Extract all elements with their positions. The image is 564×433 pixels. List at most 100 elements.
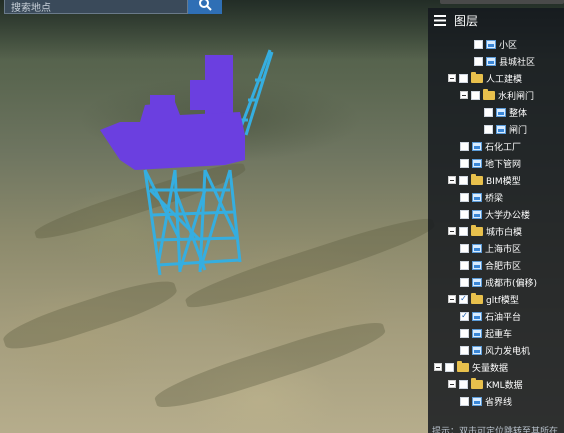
platform-legs: [143, 169, 242, 276]
layer-tree-label: 省界线: [485, 397, 513, 408]
layer-tree-item[interactable]: KML数据: [448, 376, 523, 392]
layer-icon: [472, 277, 482, 287]
layer-tree-item[interactable]: 地下管网: [460, 155, 521, 171]
collapse-toggle-icon[interactable]: [448, 227, 456, 235]
layer-checkbox[interactable]: [460, 328, 469, 338]
layer-tree-item[interactable]: 上海市区: [460, 240, 521, 256]
folder-icon: [471, 377, 483, 389]
layer-tree-label: 闸门: [509, 125, 528, 136]
layer-tree-item[interactable]: 起重车: [460, 325, 512, 341]
layer-icon: [472, 260, 482, 270]
layer-icon: [472, 345, 482, 355]
layer-tree-item[interactable]: 城市白模: [448, 223, 522, 239]
oil-platform-model[interactable]: [80, 40, 280, 290]
layer-checkbox[interactable]: [460, 158, 469, 168]
layers-icon[interactable]: [434, 14, 446, 26]
collapse-toggle-icon[interactable]: [460, 91, 468, 99]
layer-tree-label: 地下管网: [485, 159, 522, 170]
layer-tree-item[interactable]: 闸门: [484, 121, 527, 137]
hint-text: 提示：双击可定位跳转至其所在: [432, 427, 559, 433]
layer-icon: [486, 56, 496, 66]
layer-tree-item[interactable]: 风力发电机: [460, 342, 530, 358]
search-input[interactable]: 搜索地点: [4, 0, 188, 14]
layer-tree-label: 成都市(偏移): [485, 278, 538, 289]
layer-tree-item[interactable]: 合肥市区: [460, 257, 521, 273]
layer-tree-item[interactable]: 桥梁: [460, 189, 503, 205]
layer-tree-label: KML数据: [486, 380, 523, 391]
layer-tree-item[interactable]: ✓ gltf模型: [448, 291, 519, 307]
layer-tree-item[interactable]: ✓ 石油平台: [460, 308, 521, 324]
layer-tree-item[interactable]: 整体: [484, 104, 527, 120]
layer-checkbox[interactable]: [459, 73, 468, 83]
layer-icon: [472, 311, 482, 321]
layer-checkbox[interactable]: [459, 175, 468, 185]
layer-icon: [472, 141, 482, 151]
layer-tree-label: 整体: [509, 108, 528, 119]
layer-tree-label: 城市白模: [486, 227, 523, 238]
layer-checkbox[interactable]: [460, 345, 469, 355]
layer-tree-label: 人工建模: [486, 74, 523, 85]
collapse-toggle-icon[interactable]: [448, 380, 456, 388]
layer-checkbox[interactable]: [460, 192, 469, 202]
layer-tree-item[interactable]: 大学办公楼: [460, 206, 530, 222]
layer-panel-header: 图层: [428, 8, 564, 32]
layer-tree-item[interactable]: 矢量数据: [434, 359, 508, 375]
layer-icon: [472, 396, 482, 406]
layer-tree-label: gltf模型: [486, 295, 519, 306]
layer-tree-label: 上海市区: [485, 244, 522, 255]
layer-tree-item[interactable]: 成都市(偏移): [460, 274, 537, 290]
layer-checkbox[interactable]: [460, 277, 469, 287]
layer-panel-title: 图层: [454, 13, 479, 28]
layer-icon: [472, 243, 482, 253]
layer-checkbox[interactable]: [484, 107, 493, 117]
layer-checkbox[interactable]: ✓: [459, 294, 468, 304]
layer-tree-item[interactable]: BIM模型: [448, 172, 521, 188]
layer-checkbox[interactable]: [474, 56, 483, 66]
layer-tree-label: 桥梁: [485, 193, 504, 204]
layer-checkbox[interactable]: [459, 379, 468, 389]
layer-checkbox[interactable]: [471, 90, 480, 100]
layer-tree-item[interactable]: 人工建模: [448, 70, 522, 86]
layer-tree-label: 石化工厂: [485, 142, 522, 153]
layer-icon: [486, 39, 496, 49]
layer-icon: [496, 124, 506, 134]
layer-checkbox[interactable]: [460, 243, 469, 253]
layer-tree-item[interactable]: 小区: [474, 36, 517, 52]
layer-icon: [496, 107, 506, 117]
collapse-toggle-icon[interactable]: [448, 295, 456, 303]
collapse-toggle-icon[interactable]: [448, 176, 456, 184]
collapse-toggle-icon[interactable]: [434, 363, 442, 371]
layer-checkbox[interactable]: [474, 39, 483, 49]
folder-icon: [457, 360, 469, 372]
platform-deck: [100, 55, 245, 170]
layer-checkbox[interactable]: [460, 396, 469, 406]
search-icon: [199, 0, 212, 11]
layer-tree-label: 县城社区: [499, 57, 536, 68]
layer-tree-label: 起重车: [485, 329, 513, 340]
layer-icon: [472, 192, 482, 202]
layer-icon: [472, 328, 482, 338]
folder-icon: [483, 88, 495, 100]
layer-tree-item[interactable]: 石化工厂: [460, 138, 521, 154]
layer-tree-label: BIM模型: [486, 176, 521, 187]
layer-tree-item[interactable]: 县城社区: [474, 53, 535, 69]
folder-icon: [471, 71, 483, 83]
layer-checkbox[interactable]: [484, 124, 493, 134]
toolbar-strip: [440, 0, 564, 4]
layer-checkbox[interactable]: [460, 209, 469, 219]
layer-tree-label: 石油平台: [485, 312, 522, 323]
search-button[interactable]: [188, 0, 222, 14]
layer-checkbox[interactable]: [459, 226, 468, 236]
layer-tree-item[interactable]: 水利闸门: [460, 87, 534, 103]
folder-icon: [471, 292, 483, 304]
collapse-toggle-icon[interactable]: [448, 74, 456, 82]
layer-checkbox[interactable]: [445, 362, 454, 372]
layer-tree-item[interactable]: 省界线: [460, 393, 512, 409]
layer-tree-label: 风力发电机: [485, 346, 531, 357]
layer-tree-label: 矢量数据: [472, 363, 509, 374]
layer-tree-label: 水利闸门: [498, 91, 535, 102]
layer-checkbox[interactable]: ✓: [460, 311, 469, 321]
layer-checkbox[interactable]: [460, 260, 469, 270]
terrain-feature: [151, 313, 389, 417]
layer-checkbox[interactable]: [460, 141, 469, 151]
